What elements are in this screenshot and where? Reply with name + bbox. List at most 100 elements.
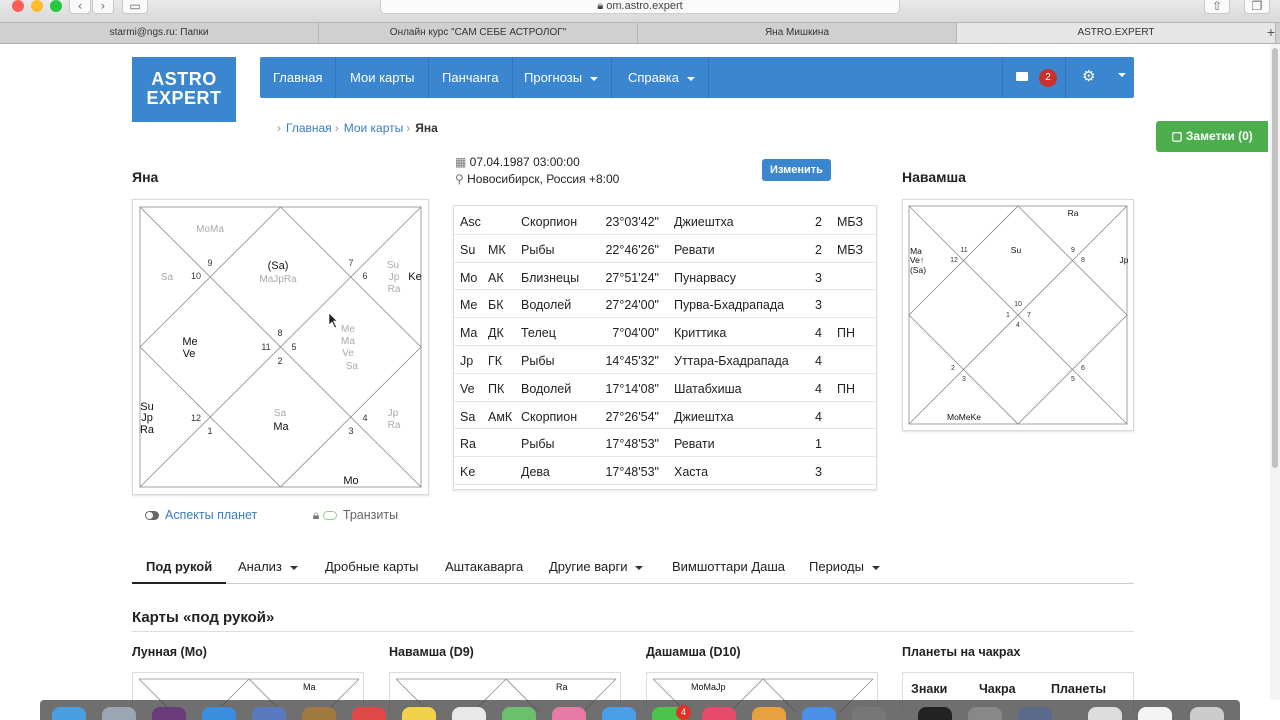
zoom-window-icon[interactable] — [50, 0, 62, 12]
breadcrumb-my-charts[interactable]: Мои карты — [344, 121, 404, 135]
mail-app-icon[interactable] — [252, 707, 286, 720]
svg-text:5: 5 — [1071, 376, 1075, 383]
app-icon[interactable] — [1018, 707, 1052, 720]
browser-tab[interactable]: Онлайн курс "САМ СЕБЕ АСТРОЛОГ" — [319, 23, 638, 43]
browser-tab[interactable]: starmi@ngs.ru: Папки — [0, 23, 319, 43]
sign-cell: Водолей — [521, 298, 572, 313]
browser-tab-active[interactable]: ASTRO.EXPERT — [957, 23, 1276, 43]
trash-icon[interactable] — [1190, 707, 1224, 720]
photos-icon[interactable] — [552, 707, 586, 720]
reminders-icon[interactable] — [452, 707, 486, 720]
svg-text:1: 1 — [207, 426, 212, 436]
karaka-cell: БК — [488, 298, 504, 313]
safari-icon[interactable] — [202, 707, 236, 720]
svg-text:6: 6 — [1081, 365, 1085, 372]
planet-row: Me БК Водолей 27°24'00" Пурва-Бхадрапада 3 — [454, 290, 876, 319]
notification-badge: 4 — [676, 705, 691, 720]
planet-code-cell: Me — [460, 298, 478, 313]
chevron-down-icon — [289, 565, 298, 570]
launchpad-icon[interactable] — [102, 707, 136, 720]
url-text: om.astro.expert — [606, 0, 683, 12]
document-icon[interactable] — [1088, 707, 1122, 720]
degree-cell: 27°26'54" — [605, 409, 659, 424]
note-icon: ▢ — [1171, 129, 1186, 143]
pada-cell: 2 — [815, 215, 822, 229]
degree-cell: 14°45'32" — [605, 354, 659, 368]
forward-button[interactable]: › — [92, 0, 114, 14]
contacts-icon[interactable] — [302, 707, 336, 720]
window-thumbnail-icon[interactable] — [1138, 707, 1172, 720]
calendar-app-icon[interactable] — [352, 707, 386, 720]
scrollbar-thumb[interactable] — [1272, 48, 1278, 468]
status-cell: ПН — [837, 381, 856, 396]
svg-text:10: 10 — [1014, 301, 1022, 308]
svg-text:3: 3 — [348, 426, 353, 436]
tab-bar: starmi@ngs.ru: Папки Онлайн курс "САМ СЕ… — [0, 22, 1280, 44]
books-icon[interactable] — [752, 707, 786, 720]
close-window-icon[interactable] — [12, 0, 24, 12]
nav-my-charts[interactable]: Мои карты — [337, 57, 429, 98]
maps-icon[interactable] — [502, 707, 536, 720]
svg-text:1: 1 — [1006, 312, 1010, 319]
nav-home[interactable]: Главная — [260, 57, 337, 98]
svg-text:Ra: Ra — [388, 420, 401, 431]
system-preferences-icon[interactable] — [852, 707, 886, 720]
pada-cell: 4 — [815, 381, 822, 396]
new-tab-button[interactable]: + — [1262, 22, 1280, 44]
tab-at-hand[interactable]: Под рукой — [132, 553, 227, 584]
main-nav: Главная Мои карты Панчанга Прогнозы Спра… — [260, 57, 1134, 98]
terminal-icon[interactable] — [918, 707, 952, 720]
aspects-toggle[interactable]: Аспекты планет — [145, 508, 257, 522]
app-icon[interactable] — [968, 707, 1002, 720]
tab-ashtakavarga[interactable]: Аштакаварга — [445, 553, 523, 584]
siri-icon[interactable] — [152, 707, 186, 720]
svg-text:8: 8 — [1081, 257, 1085, 264]
tab-vimshottari[interactable]: Вимшоттари Даша — [672, 553, 785, 584]
karaka-cell: ПК — [488, 381, 505, 396]
site-logo[interactable]: ASTRO EXPERT — [132, 57, 236, 122]
browser-tab[interactable]: Яна Мишкина — [638, 23, 957, 43]
chevron-down-icon[interactable] — [1118, 73, 1126, 77]
notes-button[interactable]: ▢ Заметки (0) — [1156, 121, 1268, 152]
chevron-right-icon: › — [406, 121, 411, 135]
lunar-chart-title: Лунная (Mo) — [132, 645, 207, 659]
tab-periods[interactable]: Периоды — [809, 553, 880, 584]
app-store-icon[interactable] — [802, 707, 836, 720]
sign-cell: Близнецы — [521, 270, 580, 285]
transits-toggle[interactable]: 🔒︎ Транзиты — [313, 508, 398, 522]
nav-forecasts[interactable]: Прогнозы — [511, 57, 613, 98]
planet-code-cell: Ma — [460, 326, 478, 341]
lock-icon: 🔒︎ — [597, 0, 607, 12]
nav-panchanga[interactable]: Панчанга — [429, 57, 513, 98]
notes-app-icon[interactable] — [402, 707, 436, 720]
navamsha-title: Навамша — [902, 169, 966, 185]
svg-text:MoMa: MoMa — [196, 224, 224, 235]
messages-app-icon[interactable] — [602, 707, 636, 720]
svg-text:Ra: Ra — [1068, 208, 1079, 218]
messages-button[interactable]: 2 — [1002, 57, 1066, 98]
finder-icon[interactable] — [52, 707, 86, 720]
status-cell: МБЗ — [837, 215, 864, 229]
svg-text:Ra: Ra — [140, 424, 155, 436]
address-bar[interactable]: 🔒︎ om.astro.expert — [380, 0, 900, 14]
back-button[interactable]: ‹ — [69, 0, 91, 14]
edit-button[interactable]: Изменить — [762, 159, 831, 181]
navamsha-chart[interactable]: 11 12 9 8 10 1 7 4 2365 Ra Ma Ve↑ (Sa) Su Jp MoMeKe — [902, 199, 1134, 431]
tab-other-vargas[interactable]: Другие варги — [549, 553, 644, 584]
tab-divisional[interactable]: Дробные карты — [325, 553, 419, 584]
settings-gear-icon[interactable]: ⚙ — [1082, 69, 1095, 85]
tab-analysis[interactable]: Анализ — [238, 553, 298, 584]
breadcrumb-home[interactable]: Главная — [286, 121, 332, 135]
music-icon[interactable] — [702, 707, 736, 720]
share-icon[interactable]: ⇧ — [1204, 0, 1230, 14]
planet-code-cell: Ke — [460, 465, 476, 480]
chevron-down-icon — [635, 565, 644, 570]
tabs-overview-icon[interactable]: ❐ — [1244, 0, 1270, 14]
svg-text:Ke: Ke — [408, 271, 421, 283]
nav-help[interactable]: Справка — [615, 57, 709, 98]
rasi-chart[interactable]: 9 10 7 6 8 11 5 2 12 1 4 3 MoMa Sa MaJpRa Su Jp Ra M… — [132, 199, 429, 495]
minimize-window-icon[interactable] — [31, 0, 43, 12]
svg-text:Jp: Jp — [1120, 255, 1129, 265]
sidebar-icon[interactable]: ▭ — [122, 0, 148, 14]
nav-label: Главная — [273, 70, 323, 85]
